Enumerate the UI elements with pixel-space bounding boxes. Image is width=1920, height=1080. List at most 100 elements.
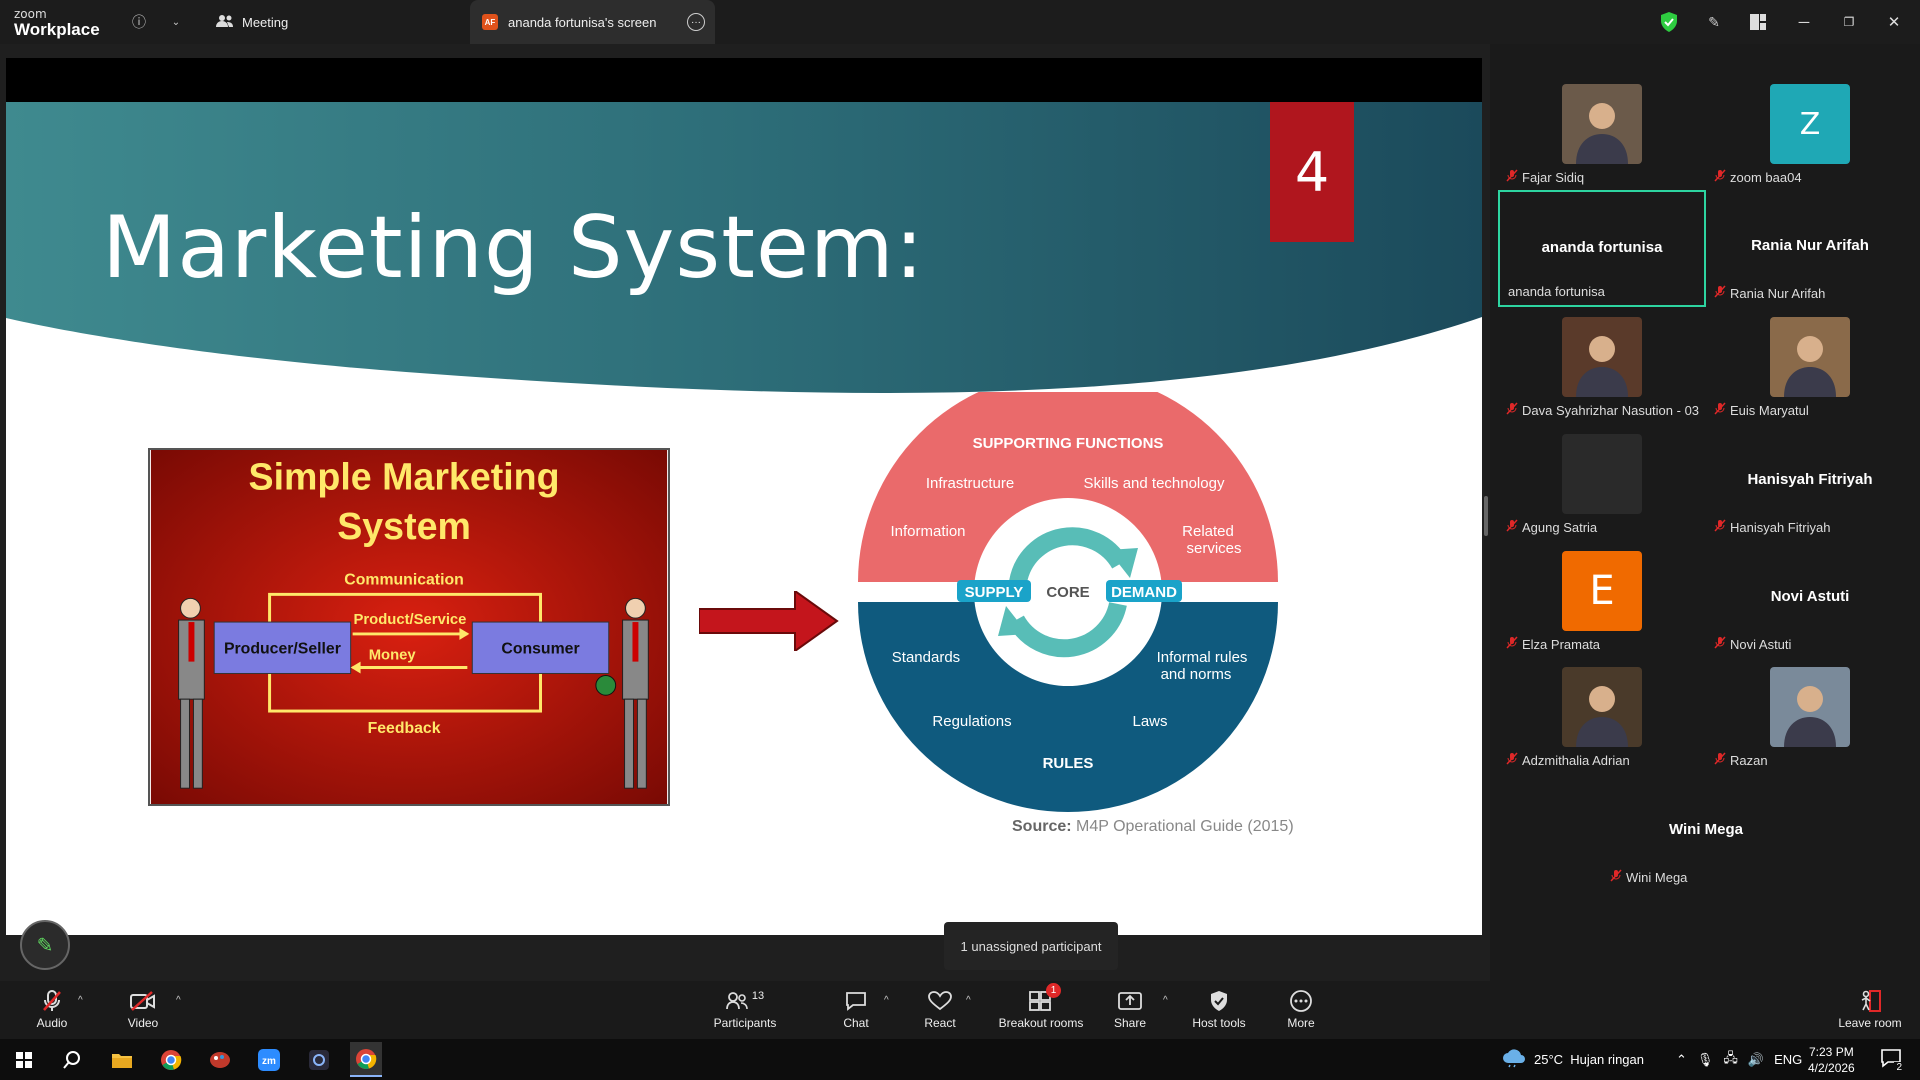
- chevron-down-icon[interactable]: ⌄: [165, 11, 187, 33]
- network-icon[interactable]: 🖧: [1723, 1049, 1738, 1071]
- participant-tile[interactable]: Zzoom baa04: [1706, 74, 1914, 191]
- participant-tile[interactable]: Euis Maryatul: [1706, 307, 1914, 424]
- meeting-icon: [216, 14, 234, 31]
- participant-video: [1562, 317, 1642, 397]
- share-button[interactable]: Share: [1085, 989, 1175, 1030]
- producer-seller-label: Producer/Seller: [224, 641, 341, 658]
- participants-button[interactable]: 13 Participants: [700, 989, 790, 1030]
- annotation-pen-button[interactable]: ✎: [20, 920, 70, 970]
- participant-tile[interactable]: Fajar Sidiq: [1498, 74, 1706, 191]
- skills-technology-label: Skills and technology: [1084, 475, 1225, 492]
- participant-display-name: Novi Astuti: [1770, 588, 1850, 605]
- react-options-caret[interactable]: ^: [966, 995, 971, 1006]
- participant-display-name: Hanisyah Fitriyah: [1747, 471, 1873, 488]
- chrome-icon[interactable]: [155, 1045, 187, 1075]
- core-label: CORE: [1046, 584, 1089, 601]
- search-icon[interactable]: [56, 1045, 88, 1075]
- video-options-caret[interactable]: ^: [176, 995, 181, 1006]
- tab-shared-screen[interactable]: AF ananda fortunisa's screen ···: [470, 0, 715, 44]
- more-button[interactable]: More: [1256, 989, 1346, 1030]
- video-button[interactable]: Video: [98, 989, 188, 1030]
- participant-tile[interactable]: Agung Satria: [1498, 424, 1706, 541]
- participant-video: [1562, 667, 1642, 747]
- view-layout-icon[interactable]: [1747, 11, 1769, 33]
- mic-muted-icon: [1506, 752, 1518, 768]
- participant-name-label: Razan: [1714, 752, 1768, 768]
- mic-muted-icon: [1506, 402, 1518, 418]
- info-icon[interactable]: ⓘ: [128, 11, 150, 33]
- participant-name-label: Fajar Sidiq: [1506, 169, 1584, 185]
- mic-muted-icon: [1714, 285, 1726, 301]
- chrome-active-icon[interactable]: [350, 1042, 382, 1077]
- participant-name-label: Dava Syahrizhar Nasution - 03: [1506, 402, 1699, 418]
- file-explorer-icon[interactable]: [106, 1045, 138, 1075]
- informal-rules-label-1: Informal rules: [1157, 649, 1248, 666]
- participants-count: 13: [751, 990, 765, 1002]
- camera-app-icon[interactable]: [303, 1045, 335, 1075]
- restore-button[interactable]: ❐: [1836, 10, 1862, 34]
- windows-start-icon[interactable]: [8, 1045, 40, 1075]
- react-button[interactable]: React: [895, 989, 985, 1030]
- laws-label: Laws: [1132, 713, 1167, 730]
- participant-tile[interactable]: Rania Nur Arifah Rania Nur Arifah: [1706, 190, 1914, 307]
- mic-muted-icon: [1506, 519, 1518, 535]
- more-options-icon[interactable]: ···: [687, 13, 705, 31]
- participant-tile[interactable]: E Elza Pramata: [1498, 541, 1706, 658]
- participant-tile[interactable]: ananda fortunisa ananda fortunisa: [1498, 190, 1706, 307]
- participant-name-label: Rania Nur Arifah: [1714, 285, 1825, 301]
- chevron-up-icon[interactable]: ⌃: [1676, 1052, 1687, 1068]
- audio-options-caret[interactable]: ^: [78, 995, 83, 1006]
- more-icon: [1289, 989, 1313, 1013]
- information-label: Information: [890, 523, 965, 540]
- close-button[interactable]: ✕: [1881, 10, 1907, 34]
- breakout-rooms-button[interactable]: 1 Breakout rooms: [986, 983, 1096, 1030]
- supporting-functions-label: SUPPORTING FUNCTIONS: [973, 435, 1164, 452]
- annotate-pen-icon[interactable]: ✎: [1703, 11, 1725, 33]
- notification-count: 2: [1894, 1062, 1904, 1073]
- related-services-label-2: services: [1186, 540, 1241, 557]
- share-options-caret[interactable]: ^: [1163, 995, 1168, 1006]
- participant-initial-avatar: E: [1562, 551, 1642, 631]
- clock[interactable]: 7:23 PM 4/2/2026: [1808, 1039, 1855, 1080]
- host-tools-button[interactable]: Host tools: [1174, 989, 1264, 1030]
- participant-name-label: Euis Maryatul: [1714, 402, 1809, 418]
- speaker-icon[interactable]: 🔊: [1748, 1052, 1764, 1068]
- participant-tile[interactable]: Novi Astuti Novi Astuti: [1706, 541, 1914, 658]
- participant-tile[interactable]: Adzmithalia Adrian: [1498, 657, 1706, 774]
- participant-name-label: Novi Astuti: [1714, 636, 1791, 652]
- paint-app-icon[interactable]: [204, 1045, 236, 1075]
- microphone-icon[interactable]: 🎙: [1697, 1052, 1714, 1068]
- tab-meeting[interactable]: Meeting: [216, 0, 456, 44]
- leave-room-button[interactable]: Leave room: [1825, 989, 1915, 1030]
- meeting-toolbar: Audio ^ Video ^ 13 Participants Chat ^ R…: [0, 981, 1920, 1039]
- security-shield-icon[interactable]: [1658, 11, 1680, 33]
- market-system-diagram: SUPPORTING FUNCTIONS Infrastructure Skil…: [858, 392, 1278, 812]
- participant-tile[interactable]: Dava Syahrizhar Nasution - 03: [1498, 307, 1706, 424]
- panel-resize-handle[interactable]: [1484, 496, 1488, 536]
- unassigned-participant-tooltip: 1 unassigned participant: [944, 922, 1118, 970]
- related-services-label-1: Related: [1182, 523, 1234, 540]
- mic-muted-icon: [42, 989, 62, 1013]
- participant-tile[interactable]: Wini Mega Wini Mega: [1602, 774, 1810, 891]
- share-screen-icon: [1118, 989, 1142, 1013]
- zoom-app-icon[interactable]: zm: [253, 1045, 285, 1075]
- notifications-button[interactable]: 2: [1880, 1039, 1904, 1080]
- participant-tile[interactable]: Razan: [1706, 657, 1914, 774]
- infrastructure-label: Infrastructure: [926, 475, 1014, 492]
- audio-button[interactable]: Audio: [7, 989, 97, 1030]
- leave-door-icon: [1858, 989, 1882, 1013]
- minimize-button[interactable]: ─: [1791, 10, 1817, 34]
- heart-icon: [928, 989, 952, 1013]
- participant-display-name: ananda fortunisa: [1541, 239, 1663, 256]
- screen-sharer-avatar: AF: [482, 14, 498, 30]
- participant-tile[interactable]: Hanisyah Fitriyah Hanisyah Fitriyah: [1706, 424, 1914, 541]
- windows-taskbar: zm 25°C Hujan ringan ⌃ 🎙 🖧 🔊 ENG 7:23 PM…: [0, 1039, 1920, 1080]
- participant-video: [1562, 84, 1642, 164]
- language-indicator[interactable]: ENG: [1774, 1052, 1802, 1067]
- chat-options-caret[interactable]: ^: [884, 995, 889, 1006]
- participant-name-label: Agung Satria: [1506, 519, 1597, 535]
- communication-label: Communication: [344, 571, 463, 588]
- weather-widget[interactable]: 25°C Hujan ringan: [1502, 1039, 1644, 1080]
- participant-name-label: ananda fortunisa: [1508, 284, 1605, 299]
- supply-label: SUPPLY: [965, 584, 1024, 601]
